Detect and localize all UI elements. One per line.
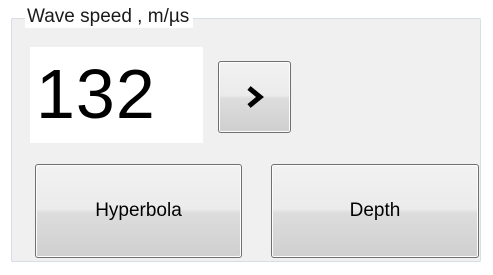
- next-speed-button[interactable]: [218, 61, 291, 133]
- hyperbola-button[interactable]: Hyperbola: [35, 164, 242, 258]
- wave-speed-value: 132: [36, 55, 156, 133]
- depth-button[interactable]: Depth: [271, 164, 479, 258]
- chevron-right-icon: [245, 85, 265, 109]
- wave-speed-panel: Wave speed , m/µs 132 Hyperbola Depth: [0, 0, 493, 275]
- wave-speed-title: Wave speed , m/µs: [25, 6, 194, 28]
- wave-speed-display: 132: [30, 47, 203, 143]
